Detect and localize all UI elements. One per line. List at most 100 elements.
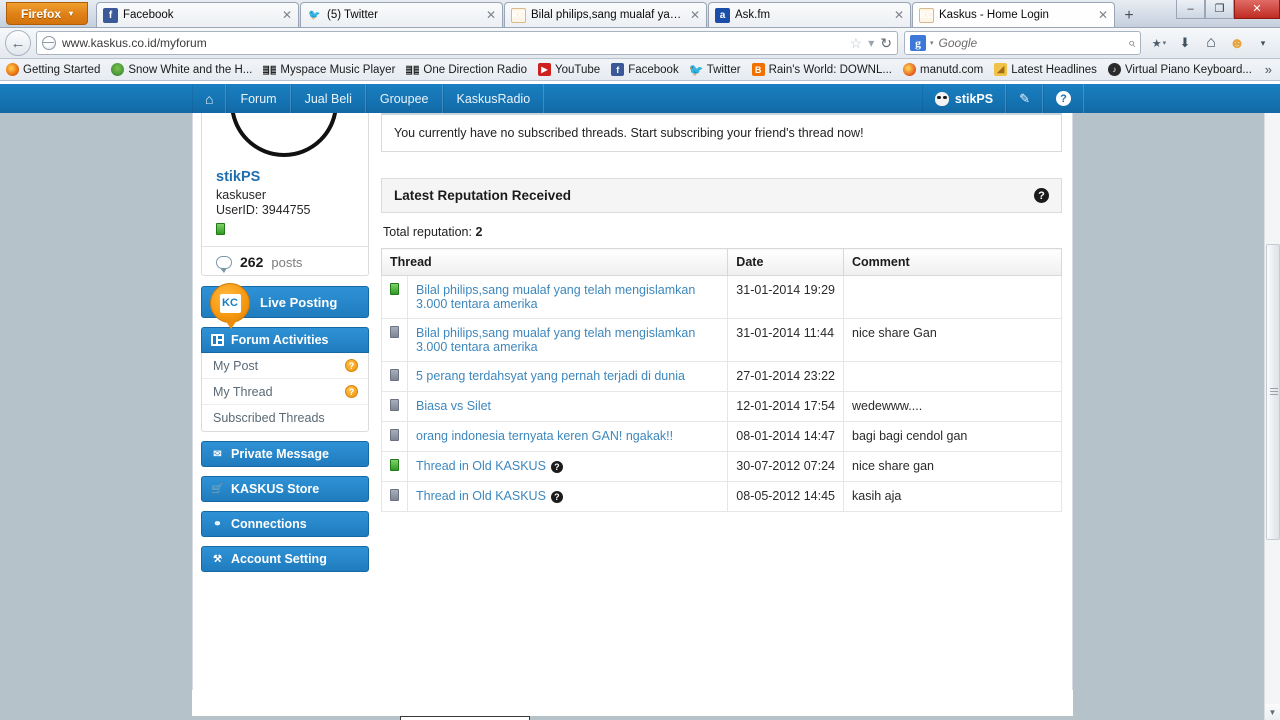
scrollbar-thumb[interactable] — [1266, 244, 1280, 540]
page-content-wrapper: stikPS kaskuser UserID: 3944755 262 post… — [192, 113, 1073, 720]
sidebar-item-live-posting[interactable]: KC Live Posting — [201, 283, 369, 329]
thread-link[interactable]: Bilal philips,sang mualaf yang telah men… — [416, 283, 695, 311]
site-nav-item-groupee[interactable]: Groupee — [365, 84, 443, 113]
bookmark-youtube[interactable]: ▶ YouTube — [537, 63, 600, 76]
close-icon[interactable]: ✕ — [1098, 8, 1108, 22]
column-header-thread[interactable]: Thread — [380, 248, 729, 276]
bookmarks-overflow-icon[interactable]: » — [1265, 62, 1274, 77]
row-comment-cell: nice share Gan — [843, 318, 1062, 362]
sidebar-item-subscribed-threads[interactable]: Subscribed Threads — [202, 405, 368, 431]
minimize-button[interactable]: – — [1176, 0, 1205, 19]
tab-kaskus-home-login[interactable]: KC Kaskus - Home Login ✕ — [912, 2, 1115, 27]
scroll-down-icon[interactable]: ▼ — [1265, 704, 1280, 720]
bookmark-latest-headlines[interactable]: ◢ Latest Headlines — [994, 63, 1097, 76]
site-nav-item-jual-beli[interactable]: Jual Beli — [290, 84, 366, 113]
search-bar[interactable]: g ▾ Google ⌕ — [904, 31, 1141, 55]
chevron-down-icon[interactable]: ▾ — [868, 36, 874, 50]
user-avatar-icon[interactable]: ☻ — [1225, 31, 1249, 55]
overflow-caret-icon[interactable]: ▾ — [1251, 31, 1275, 55]
help-badge-icon[interactable]: ? — [345, 359, 358, 372]
vertical-scrollbar[interactable]: ▲ ▼ — [1264, 84, 1280, 720]
search-input[interactable]: Google — [939, 36, 1128, 50]
thread-link[interactable]: Bilal philips,sang mualaf yang telah men… — [416, 326, 695, 354]
sidebar-item-account-setting[interactable]: ⚒ Account Setting — [201, 546, 369, 572]
search-icon[interactable]: ⌕ — [1128, 35, 1135, 51]
sidebar-item-private-message[interactable]: ✉ Private Message — [201, 441, 369, 467]
sidebar-item-kaskus-store[interactable]: 🛒 KASKUS Store — [201, 476, 369, 502]
bookmark-rains-world[interactable]: B Rain's World: DOWNL... — [751, 63, 892, 76]
facebook-icon: f — [611, 63, 625, 76]
close-icon[interactable]: ✕ — [486, 8, 496, 22]
reload-icon[interactable]: ↻ — [880, 35, 892, 52]
thread-link[interactable]: Thread in Old KASKUS — [416, 489, 546, 503]
site-nav-item-forum[interactable]: Forum — [226, 84, 291, 113]
column-header-comment[interactable]: Comment — [843, 248, 1062, 276]
tab-askfm[interactable]: a Ask.fm ✕ — [708, 2, 911, 27]
bookmark-manutd[interactable]: manutd.com — [902, 63, 983, 76]
column-header-date[interactable]: Date — [727, 248, 844, 276]
help-icon[interactable]: ? — [550, 460, 563, 473]
tab-label: (5) Twitter — [327, 9, 378, 21]
url-text: www.kaskus.co.id/myforum — [62, 36, 207, 50]
bookmark-virtual-piano[interactable]: ♪ Virtual Piano Keyboard... — [1107, 63, 1252, 76]
firefox-menu-button[interactable]: Firefox ▾ — [6, 2, 88, 25]
bookmark-one-direction-radio[interactable]: ▤▤ One Direction Radio — [406, 63, 527, 77]
row-date-cell: 27-01-2014 23:22 — [727, 361, 844, 392]
bookmark-star-icon[interactable]: ☆ — [850, 35, 863, 52]
google-icon: g — [910, 35, 926, 51]
profile-username[interactable]: stikPS — [216, 169, 368, 185]
bookmark-getting-started[interactable]: Getting Started — [6, 63, 100, 76]
site-nav-item-kaskusradio[interactable]: KaskusRadio — [442, 84, 545, 113]
help-icon[interactable]: ? — [550, 490, 563, 503]
close-window-button[interactable]: ✕ — [1234, 0, 1280, 19]
profile-info: stikPS kaskuser UserID: 3944755 — [202, 157, 368, 235]
avatar[interactable] — [202, 113, 368, 157]
tab-bilal-philips[interactable]: KC Bilal philips,sang mualaf yang te... … — [504, 2, 707, 27]
total-reputation-label: Total reputation: — [383, 225, 472, 239]
site-nav-help[interactable]: ? — [1043, 84, 1084, 113]
sidebar-item-forum-activities[interactable]: Forum Activities — [201, 327, 369, 353]
close-icon[interactable]: ✕ — [282, 8, 292, 22]
bookmarks-icon[interactable]: ★ ▾ — [1147, 31, 1171, 55]
row-flag-cell — [381, 275, 408, 319]
bookmark-twitter[interactable]: 🐦 Twitter — [690, 63, 741, 76]
thread-link[interactable]: Thread in Old KASKUS — [416, 459, 546, 473]
sidebar-item-connections[interactable]: ⚭ Connections — [201, 511, 369, 537]
address-bar[interactable]: www.kaskus.co.id/myforum ☆ ▾ ↻ — [36, 31, 898, 55]
new-tab-button[interactable]: + — [1118, 5, 1140, 27]
site-nav-username[interactable]: stikPS — [921, 84, 1007, 113]
help-badge-icon[interactable]: ? — [345, 385, 358, 398]
bookmark-label: Myspace Music Player — [280, 63, 396, 76]
table-row: 5 perang terdahsyat yang pernah terjadi … — [381, 361, 1062, 392]
row-date-cell: 30-07-2012 07:24 — [727, 451, 844, 482]
chevron-down-icon[interactable]: ▾ — [930, 39, 934, 47]
close-icon[interactable]: ✕ — [894, 8, 904, 22]
help-icon[interactable]: ? — [1034, 188, 1049, 203]
thread-link[interactable]: Biasa vs Silet — [416, 399, 491, 413]
reputation-flag-gray-icon — [390, 369, 399, 381]
site-nav-home[interactable]: ⌂ — [192, 84, 227, 113]
site-nav-compose[interactable]: ✎ — [1006, 84, 1043, 113]
reputation-table: Thread Date Comment Bilal philips,sang m… — [380, 248, 1062, 512]
thread-link[interactable]: 5 perang terdahsyat yang pernah terjadi … — [416, 369, 685, 383]
chevron-down-icon: ▾ — [69, 9, 74, 18]
close-icon[interactable]: ✕ — [690, 8, 700, 22]
bookmark-snow-white[interactable]: Snow White and the H... — [111, 63, 252, 76]
posts-label: posts — [271, 254, 303, 270]
bookmark-facebook[interactable]: f Facebook — [611, 63, 679, 76]
youtube-icon: ▶ — [537, 63, 551, 76]
sidebar-item-my-post[interactable]: My Post ? — [202, 353, 368, 379]
tab-twitter[interactable]: 🐦 (5) Twitter ✕ — [300, 2, 503, 27]
tab-facebook[interactable]: f Facebook ✕ — [96, 2, 299, 27]
home-icon[interactable]: ⌂ — [1199, 31, 1223, 55]
back-button[interactable]: ← — [5, 30, 31, 56]
bookmark-myspace-music-player[interactable]: ▤▤ Myspace Music Player — [263, 63, 396, 77]
bookmark-label: Facebook — [628, 63, 679, 76]
thread-link[interactable]: orang indonesia ternyata keren GAN! ngak… — [416, 429, 673, 443]
maximize-button[interactable]: ❐ — [1205, 0, 1234, 19]
page-background: stikPS kaskuser UserID: 3944755 262 post… — [0, 113, 1280, 720]
main-content: You currently have no subscribed threads… — [369, 113, 1072, 572]
profile-role: kaskuser — [216, 188, 267, 202]
downloads-icon[interactable]: ⬇ — [1173, 31, 1197, 55]
sidebar-item-my-thread[interactable]: My Thread ? — [202, 379, 368, 405]
